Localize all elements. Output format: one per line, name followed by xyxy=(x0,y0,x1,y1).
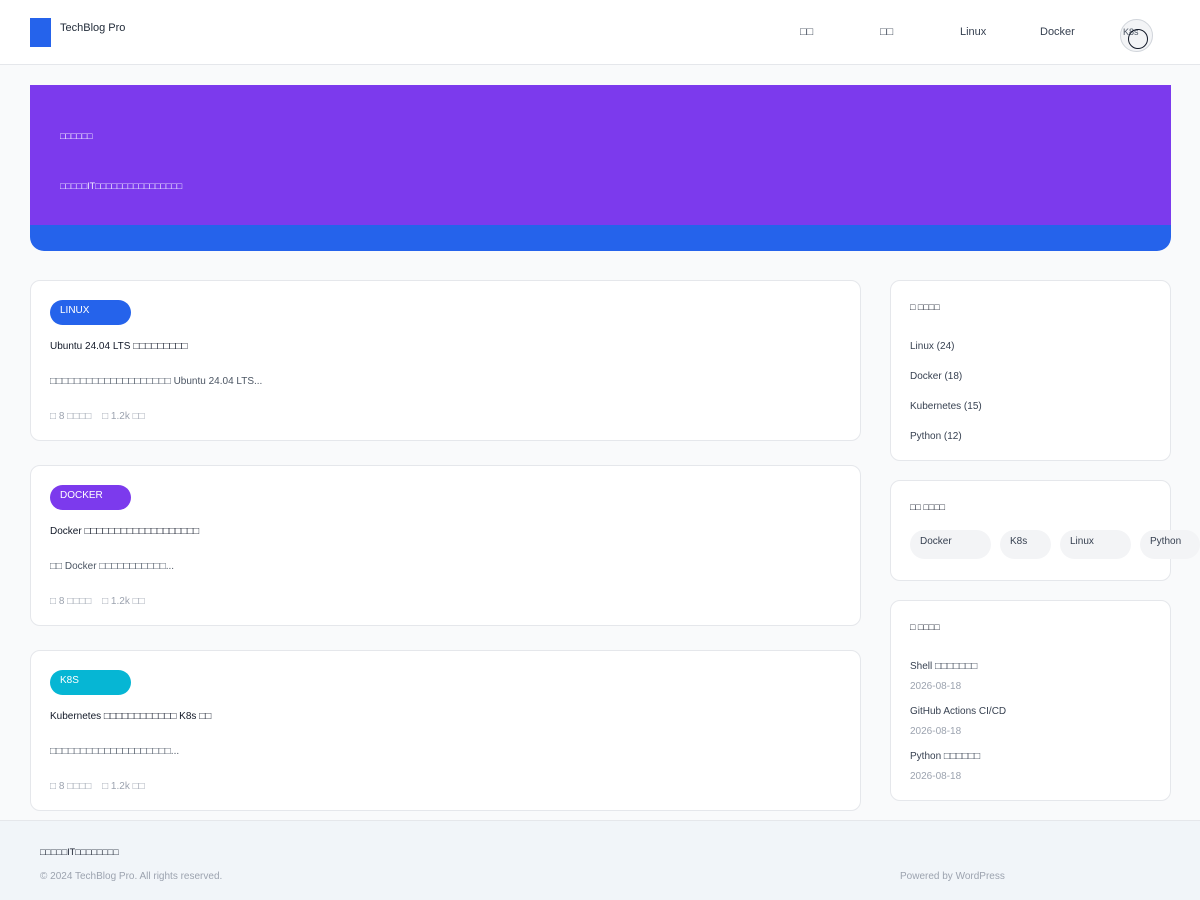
tag-linux[interactable]: Linux xyxy=(1060,530,1131,559)
post-excerpt: □□ Docker □□□□□□□□□□□... xyxy=(50,561,175,572)
logo-icon[interactable] xyxy=(30,18,51,47)
nav-item-linux[interactable]: Linux xyxy=(960,26,986,38)
post-title[interactable]: Kubernetes □□□□□□□□□□□□ K8s □□ xyxy=(50,711,211,722)
category-link-python[interactable]: Python (12) xyxy=(910,431,962,442)
recent-post-date: 2026-08-18 xyxy=(910,726,962,737)
post-views: □ 1.2k □□ xyxy=(102,781,145,792)
footer-tagline: □□□□□IT□□□□□□□□ xyxy=(40,847,119,857)
category-link-docker[interactable]: Docker (18) xyxy=(910,371,962,382)
nav-k8s-button[interactable]: K8s xyxy=(1120,19,1153,52)
post-meta: □ 8 □□□□ □ 1.2k □□ xyxy=(50,781,153,792)
recent-posts-title: □ □□□□ xyxy=(910,622,940,632)
nav-item-2[interactable]: □□ xyxy=(880,26,893,38)
cursor-circle-icon xyxy=(1128,29,1148,49)
tag-docker[interactable]: Docker xyxy=(910,530,991,559)
post-views: □ 1.2k □□ xyxy=(102,411,145,422)
site-header: TechBlog Pro □□ □□ Linux Docker K8s xyxy=(0,0,1200,65)
recent-post-date: 2026-08-18 xyxy=(910,681,962,692)
post-reading-time: □ 8 □□□□ xyxy=(50,411,92,422)
hero-title: □□□□□□ xyxy=(60,131,93,141)
post-meta: □ 8 □□□□ □ 1.2k □□ xyxy=(50,411,153,422)
post-excerpt: □□□□□□□□□□□□□□□□□□□□... xyxy=(50,746,180,757)
nav-item-1[interactable]: □□ xyxy=(800,26,813,38)
recent-post-title[interactable]: Shell □□□□□□□ xyxy=(910,661,977,672)
site-footer: □□□□□IT□□□□□□□□ © 2024 TechBlog Pro. All… xyxy=(0,820,1200,900)
footer-powered-by[interactable]: Powered by WordPress xyxy=(900,871,1005,882)
footer-copyright: © 2024 TechBlog Pro. All rights reserved… xyxy=(40,871,223,882)
tag-k8s[interactable]: K8s xyxy=(1000,530,1051,559)
post-excerpt: □□□□□□□□□□□□□□□□□□□□ Ubuntu 24.04 LTS... xyxy=(50,376,263,387)
post-card[interactable]: LINUX Ubuntu 24.04 LTS □□□□□□□□□ □□□□□□□… xyxy=(30,280,861,441)
category-link-linux[interactable]: Linux (24) xyxy=(910,341,954,352)
categories-title: □ □□□□ xyxy=(910,302,940,312)
post-reading-time: □ 8 □□□□ xyxy=(50,781,92,792)
recent-posts-widget: □ □□□□ Shell □□□□□□□ 2026-08-18 GitHub A… xyxy=(890,600,1171,801)
category-link-kubernetes[interactable]: Kubernetes (15) xyxy=(910,401,982,412)
post-card[interactable]: K8S Kubernetes □□□□□□□□□□□□ K8s □□ □□□□□… xyxy=(30,650,861,811)
tags-title: □□ □□□□ xyxy=(910,502,946,512)
post-title[interactable]: Docker □□□□□□□□□□□□□□□□□□□ xyxy=(50,526,199,537)
site-title[interactable]: TechBlog Pro xyxy=(60,22,125,34)
post-title[interactable]: Ubuntu 24.04 LTS □□□□□□□□□ xyxy=(50,341,188,352)
post-category-badge[interactable]: LINUX xyxy=(50,300,131,325)
hero-subtitle: □□□□□IT□□□□□□□□□□□□□□□□ xyxy=(60,181,183,191)
post-category-badge[interactable]: K8S xyxy=(50,670,131,695)
tags-widget: □□ □□□□ Docker K8s Linux Python xyxy=(890,480,1200,581)
post-category-badge[interactable]: DOCKER xyxy=(50,485,131,510)
recent-post-date: 2026-08-18 xyxy=(910,771,962,782)
nav-item-docker[interactable]: Docker xyxy=(1040,26,1075,38)
tag-python[interactable]: Python xyxy=(1140,530,1200,559)
recent-post-title[interactable]: GitHub Actions CI/CD xyxy=(910,706,1006,717)
hero-background xyxy=(30,85,1171,225)
hero-banner: □□□□□□ □□□□□IT□□□□□□□□□□□□□□□□ xyxy=(30,85,1171,251)
post-meta: □ 8 □□□□ □ 1.2k □□ xyxy=(50,596,153,607)
post-views: □ 1.2k □□ xyxy=(102,596,145,607)
post-card[interactable]: DOCKER Docker □□□□□□□□□□□□□□□□□□□ □□ Doc… xyxy=(30,465,861,626)
categories-widget: □ □□□□ Linux (24) Docker (18) Kubernetes… xyxy=(890,280,1171,461)
recent-post-title[interactable]: Python □□□□□□ xyxy=(910,751,980,762)
post-reading-time: □ 8 □□□□ xyxy=(50,596,92,607)
